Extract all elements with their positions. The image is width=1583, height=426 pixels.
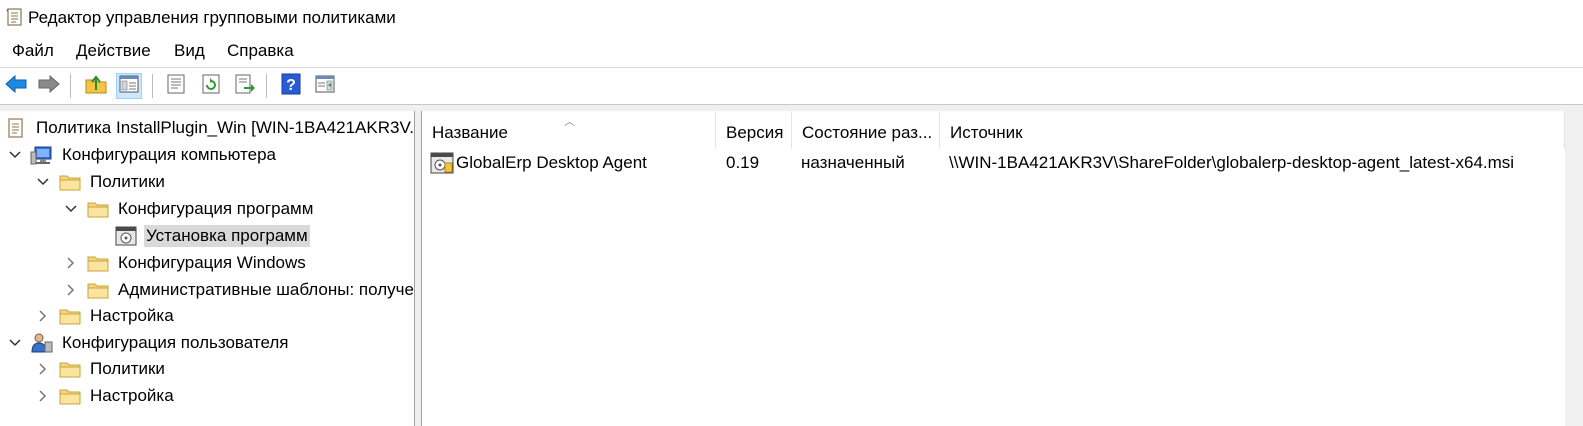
tree-node-computer-config[interactable]: Конфигурация компьютера <box>8 142 278 168</box>
chevron-down-icon[interactable] <box>8 336 22 350</box>
help-icon: ? <box>281 73 301 100</box>
help-button[interactable]: ? <box>278 73 304 99</box>
up-folder-button[interactable] <box>83 73 109 99</box>
toolbar-separator <box>266 74 267 98</box>
tree-node-user-policies[interactable]: Политики <box>36 356 167 382</box>
tree-node-label: Конфигурация Windows <box>118 253 306 272</box>
pane-splitter[interactable] <box>414 111 422 426</box>
tree-node-settings[interactable]: Настройка <box>36 303 176 329</box>
folder-icon <box>58 358 82 380</box>
tree-node-label: Политики <box>90 359 165 378</box>
column-header-deployment-state[interactable]: Состояние раз... <box>792 111 940 149</box>
toolbar: ? <box>0 68 1583 105</box>
tree-node-user-config[interactable]: Конфигурация пользователя <box>8 330 290 356</box>
tree-node-software-config[interactable]: Конфигурация программ <box>64 196 315 222</box>
console-tree-icon <box>119 75 139 98</box>
refresh-button[interactable] <box>198 73 224 99</box>
folder-icon <box>86 252 110 274</box>
toolbar-separator <box>70 74 71 98</box>
column-header-source[interactable]: Источник <box>940 111 1565 149</box>
properties-button[interactable] <box>163 73 189 99</box>
cell-version: 0.19 <box>726 153 760 172</box>
chevron-down-icon[interactable] <box>36 175 50 189</box>
menu-help[interactable]: Справка <box>227 41 294 61</box>
policy-document-icon <box>4 117 28 139</box>
forward-button[interactable] <box>36 73 62 99</box>
chevron-down-icon[interactable] <box>8 148 22 162</box>
tree-node-label: Установка программ <box>144 225 310 247</box>
sort-ascending-icon: ︿ <box>564 116 575 128</box>
toolbar-separator <box>152 74 153 98</box>
tree-node-label: Настройка <box>90 306 174 325</box>
table-row[interactable]: GlobalErp Desktop Agent 0.19 назначенный… <box>422 149 1565 177</box>
menu-bar: Файл Действие Вид Справка <box>0 36 1583 68</box>
chevron-down-icon[interactable] <box>64 202 78 216</box>
folder-icon <box>58 385 82 407</box>
folder-icon <box>86 198 110 220</box>
tree-node-label: Конфигурация программ <box>118 199 314 218</box>
chevron-right-icon[interactable] <box>64 283 78 297</box>
console-tree: Политика InstallPlugin_Win [WIN-1BA421AK… <box>0 111 414 426</box>
refresh-icon <box>201 74 221 99</box>
tree-node-label: Конфигурация пользователя <box>62 333 289 352</box>
show-hide-action-pane-button[interactable] <box>312 73 338 99</box>
software-installation-icon <box>114 225 138 247</box>
folder-icon <box>86 279 110 301</box>
menu-view[interactable]: Вид <box>174 41 205 61</box>
column-header-version[interactable]: Версия <box>716 111 792 149</box>
folder-icon <box>58 171 82 193</box>
tree-node-software-install[interactable]: Установка программ <box>114 223 310 249</box>
tree-node-label: Политика InstallPlugin_Win [WIN-1BA421AK… <box>36 118 414 137</box>
details-list: ︿ Название Версия Состояние раз... Источ… <box>422 111 1583 426</box>
menu-file[interactable]: Файл <box>12 41 54 61</box>
list-header: ︿ Название Версия Состояние раз... Источ… <box>422 111 1565 149</box>
export-list-button[interactable] <box>232 73 258 99</box>
arrow-left-icon <box>4 74 28 99</box>
menu-action[interactable]: Действие <box>76 41 151 61</box>
vertical-scrollbar[interactable] <box>1565 111 1583 426</box>
tree-node-windows-config[interactable]: Конфигурация Windows <box>64 250 308 276</box>
cell-source: \\WIN-1BA421AKR3V\ShareFolder\globalerp-… <box>949 153 1515 172</box>
tree-node-user-settings[interactable]: Настройка <box>36 383 176 409</box>
tree-node-admin-templates[interactable]: Административные шаблоны: получе <box>64 277 414 303</box>
svg-text:?: ? <box>286 77 296 94</box>
action-pane-icon <box>315 75 335 98</box>
back-button[interactable] <box>3 73 29 99</box>
user-config-icon <box>30 332 54 354</box>
export-list-icon <box>234 74 256 99</box>
chevron-right-icon[interactable] <box>64 256 78 270</box>
tree-node-label: Конфигурация компьютера <box>62 145 276 164</box>
properties-icon <box>166 74 186 99</box>
folder-up-icon <box>85 74 107 99</box>
computer-icon <box>30 144 54 166</box>
window-title: Редактор управления групповыми политикам… <box>28 8 396 27</box>
arrow-right-icon <box>37 74 61 99</box>
tree-node-label: Административные шаблоны: получе <box>118 280 414 299</box>
tree-node-label: Политики <box>90 172 165 191</box>
tree-node-policies[interactable]: Политики <box>36 169 167 195</box>
show-hide-tree-button[interactable] <box>116 73 142 99</box>
column-header-name[interactable]: ︿ Название <box>422 111 716 149</box>
folder-icon <box>58 305 82 327</box>
software-package-icon <box>430 151 454 180</box>
tree-node-label: Настройка <box>90 386 174 405</box>
chevron-right-icon[interactable] <box>36 389 50 403</box>
cell-state: назначенный <box>801 153 905 172</box>
title-bar: Редактор управления групповыми политикам… <box>0 0 1583 36</box>
chevron-right-icon[interactable] <box>36 362 50 376</box>
tree-node-root[interactable]: Политика InstallPlugin_Win [WIN-1BA421AK… <box>4 115 414 141</box>
chevron-right-icon[interactable] <box>36 309 50 323</box>
policy-document-icon <box>6 7 24 32</box>
cell-name: GlobalErp Desktop Agent <box>456 153 647 172</box>
